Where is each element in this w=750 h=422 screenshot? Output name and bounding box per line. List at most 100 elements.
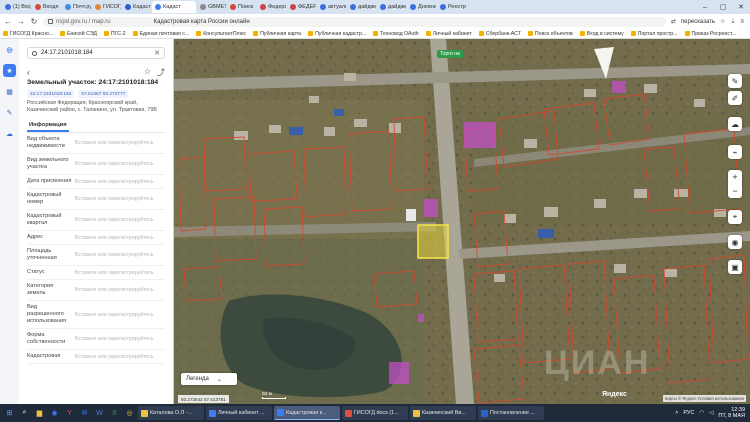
property-value[interactable]: Вставьте или зарегистрируйтесь	[72, 287, 165, 293]
close-icon[interactable]: ✕	[732, 0, 750, 14]
search-icon[interactable]: ⌕	[18, 407, 31, 420]
bookmark-star-icon[interactable]: ☆	[720, 18, 725, 25]
bookmark-item[interactable]: Публичная карта	[253, 31, 301, 37]
browser-tab[interactable]: GBMETI	[197, 1, 226, 13]
coords-chip[interactable]: 57.61357 93.273777	[78, 90, 129, 98]
menu-icon[interactable]: ≡	[740, 19, 744, 25]
chrome-icon[interactable]: ◎	[123, 407, 136, 420]
property-value[interactable]: Вставьте или зарегистрируйтесь	[72, 140, 165, 146]
browser-tab[interactable]: актуальн	[317, 1, 346, 13]
property-value[interactable]: Вставьте или зарегистрируйтесь	[72, 336, 165, 342]
bookmark-item[interactable]: Личный кабинет	[425, 31, 472, 37]
property-value[interactable]: Вставьте или зарегистрируйтесь	[72, 312, 165, 318]
cadastral-number-chip[interactable]: 24:17:2101018:184	[27, 90, 75, 98]
property-value[interactable]: Вставьте или зарегистрируйтесь	[72, 354, 165, 360]
basemap-icon[interactable]: ▣	[728, 260, 742, 274]
bookmark-item[interactable]: Поиск объектов	[527, 30, 573, 37]
bookmark-item[interactable]: Енисей СЭД	[60, 31, 97, 37]
browser-tab[interactable]: Федерал	[257, 1, 286, 13]
bookmark-item[interactable]: ПГС-2	[103, 31, 126, 37]
browser-tab[interactable]: Кадаст	[152, 1, 196, 13]
bookmark-item[interactable]: Сбербанк-АСТ	[478, 31, 521, 37]
edit-icon[interactable]: ✐	[728, 91, 742, 105]
browser-icon[interactable]: ◉	[48, 407, 61, 420]
bookmark-label: Поиск объектов	[534, 30, 573, 37]
property-value[interactable]: Вставьте или зарегистрируйтесь	[72, 161, 165, 167]
zoom-in-icon[interactable]: +	[732, 172, 737, 182]
browser-tab[interactable]: дайджест	[347, 1, 376, 13]
browser-tab[interactable]: Входя	[32, 1, 61, 13]
browser-tab[interactable]: ГИСОГД	[92, 1, 121, 13]
browser-tab[interactable]: Реестр	[437, 1, 466, 13]
search-input[interactable]: 24:17:2101018:184 ✕	[27, 47, 165, 59]
app-icon	[345, 409, 352, 417]
property-value[interactable]: Вставьте или зарегистрируйтесь	[72, 179, 165, 185]
browser-tab[interactable]: ФЕДЕРАЛ	[287, 1, 316, 13]
download-icon[interactable]: ⇣	[730, 18, 735, 25]
yandex-browser-icon[interactable]: Y	[63, 407, 76, 420]
bookmark-item[interactable]: Единая почтовая с...	[132, 31, 189, 37]
tools-icon[interactable]: ✎	[3, 106, 16, 119]
favorite-star-icon[interactable]: ☆	[144, 67, 151, 78]
taskbar-app[interactable]: Кадастровая к...	[274, 406, 340, 420]
locate-icon[interactable]: ◉	[728, 235, 742, 249]
back-icon[interactable]: ←	[4, 17, 12, 26]
excel-icon[interactable]: X	[108, 407, 121, 420]
bookmark-item[interactable]: Приказ Росреест...	[684, 31, 736, 37]
layers-icon[interactable]: ▦	[3, 85, 16, 98]
minimize-icon[interactable]: –	[696, 0, 714, 14]
taskbar-app[interactable]: Постановление ...	[478, 406, 544, 420]
property-value[interactable]: Вставьте или зарегистрируйтесь	[72, 235, 165, 241]
logo-icon[interactable]: ◎	[3, 43, 16, 56]
wifi-icon[interactable]: ◠	[699, 410, 704, 416]
translate-icon[interactable]: ⇄	[671, 18, 676, 25]
language-indicator[interactable]: РУС	[683, 410, 694, 416]
bookmark-item[interactable]: Портал простр...	[630, 31, 678, 37]
cloud-upload-icon[interactable]: ☁	[728, 117, 742, 131]
compass-icon[interactable]: ⌖	[728, 210, 742, 224]
forward-icon[interactable]: →	[17, 17, 25, 26]
measure-icon[interactable]: ⌁	[728, 145, 742, 159]
taskbar-app[interactable]: Каталова О.Л -...	[138, 406, 204, 420]
browser-tab[interactable]: дайджест	[377, 1, 406, 13]
volume-icon[interactable]: ◁	[709, 410, 713, 416]
browser-tab[interactable]: Дневник	[407, 1, 436, 13]
bookmark-item[interactable]: КонсультантПлюс	[196, 31, 246, 37]
star-icon[interactable]: ★	[3, 64, 16, 77]
taskbar-app[interactable]: Казачинский Вв...	[410, 406, 476, 420]
map-attribution[interactable]: Карты © Яндекс Условия использования	[662, 395, 746, 402]
bookmark-item[interactable]: Публичная кадастр...	[308, 31, 366, 37]
share-icon[interactable]: ⤴	[157, 67, 165, 78]
draw-icon[interactable]: ✎	[728, 74, 742, 88]
file-explorer-icon[interactable]: ▆	[33, 407, 46, 420]
tab-information[interactable]: Информация	[27, 122, 69, 132]
bookmark-item[interactable]: ГИСОГД Красно...	[3, 31, 53, 37]
taskbar-app[interactable]: ГИСОГД docs (1...	[342, 406, 408, 420]
clock[interactable]: 12:39 ПТ, 8 МАЯ	[718, 407, 745, 419]
mail-icon[interactable]: ✉	[78, 407, 91, 420]
property-value[interactable]: Вставьте или зарегистрируйтесь	[72, 217, 165, 223]
property-value[interactable]: Вставьте или зарегистрируйтесь	[72, 252, 165, 258]
reload-icon[interactable]: ↻	[30, 17, 38, 26]
clear-search-icon[interactable]: ✕	[154, 49, 160, 57]
bookmark-item[interactable]: Техновод ОАuth	[373, 31, 419, 37]
word-icon[interactable]: W	[93, 407, 106, 420]
browser-tab[interactable]: (1) Входя	[2, 1, 31, 13]
property-value[interactable]: Вставьте или зарегистрируйтесь	[72, 270, 165, 276]
url-field[interactable]: nspd.gov.ru / map.ru Кадастровая карта Р…	[43, 16, 666, 27]
chevron-up-icon[interactable]: ˄	[675, 410, 678, 416]
taskbar-app[interactable]: Личный кабинет ...	[206, 406, 272, 420]
browser-tab[interactable]: Почт.ру	[62, 1, 91, 13]
property-value[interactable]: Вставьте или зарегистрируйтесь	[72, 196, 165, 202]
back-arrow-icon[interactable]: ‹	[27, 68, 30, 77]
browser-tab[interactable]: Поиск	[227, 1, 256, 13]
translate-label[interactable]: пересказать	[681, 19, 715, 25]
maximize-icon[interactable]: ▢	[714, 0, 732, 14]
browser-tab[interactable]: Кадастр	[122, 1, 151, 13]
cloud-icon[interactable]: ☁	[3, 127, 16, 140]
zoom-out-icon[interactable]: −	[732, 186, 737, 196]
legend-button[interactable]: Легенда ⌄	[181, 373, 237, 385]
map-view[interactable]: Торги на ЦИАН Яндекс ✎ ✐ ☁ ⌁ + − ⌖ ◉ ▣ Л…	[174, 39, 750, 404]
bookmark-item[interactable]: Вход в систему	[579, 31, 624, 37]
windows-start-icon[interactable]: ⊞	[3, 407, 16, 420]
